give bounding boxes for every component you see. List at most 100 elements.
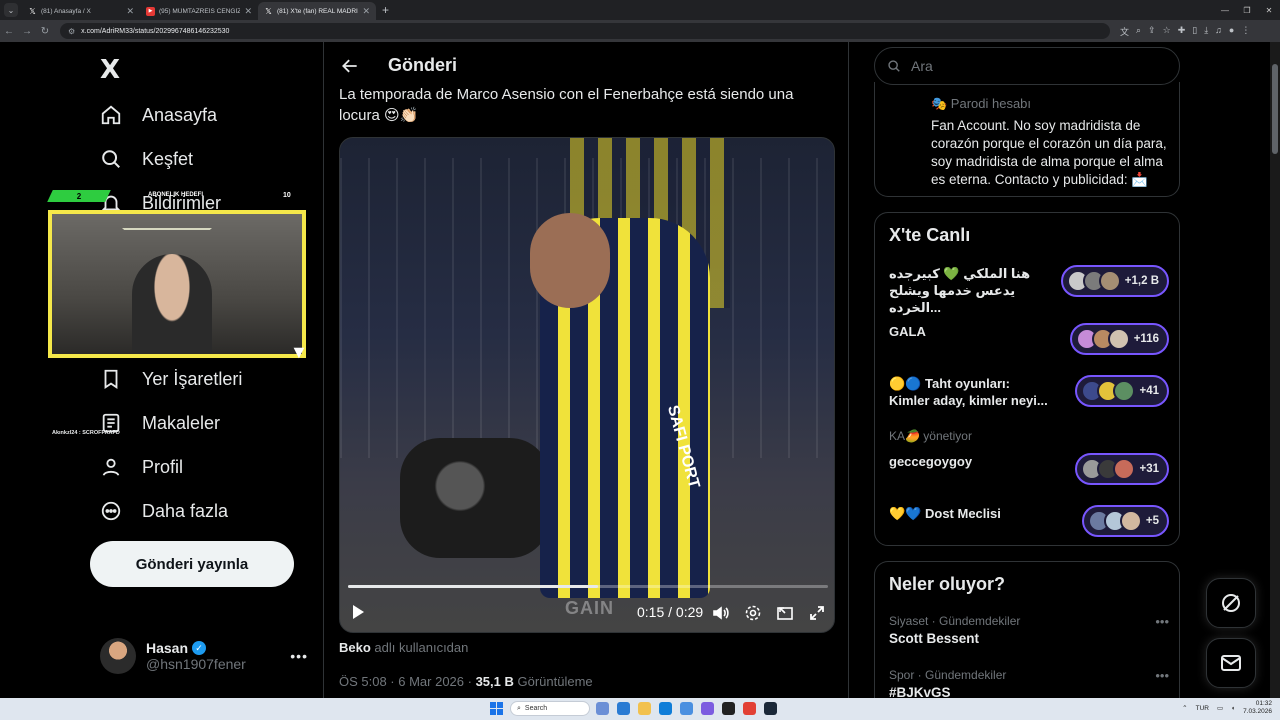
page-scrollbar[interactable]: [1270, 42, 1280, 698]
network-icon[interactable]: ▭: [1217, 704, 1223, 712]
close-tab-icon[interactable]: ✕: [126, 6, 134, 17]
scrollbar-thumb[interactable]: [1272, 64, 1278, 154]
play-icon[interactable]: [350, 604, 366, 620]
translate-icon[interactable]: 文: [1120, 25, 1129, 38]
youtube-icon: ▶: [146, 6, 155, 16]
video-photographer: [400, 438, 550, 558]
task-view-icon[interactable]: [596, 702, 609, 715]
nav-item-more[interactable]: Daha fazla: [100, 500, 228, 522]
trend-item[interactable]: Spor · Gündemdekiler #BJKvGS •••: [889, 668, 1169, 698]
x-logo-icon[interactable]: X: [100, 55, 120, 85]
messages-button[interactable]: [1206, 638, 1256, 688]
listener-pill[interactable]: +31: [1075, 453, 1169, 485]
edge-icon[interactable]: [659, 702, 672, 715]
fullscreen-icon[interactable]: [808, 604, 826, 622]
close-tab-icon[interactable]: ✕: [362, 6, 370, 17]
channel-logo-icon: ▼: [290, 342, 308, 362]
browser-tab-3[interactable]: 𝕏 (81) X'te (fan) REAL MADRID FAN ✕: [258, 2, 376, 20]
trend-item[interactable]: Siyaset · Gündemdekiler Scott Bessent ••…: [889, 614, 1169, 646]
browser-tab-1[interactable]: 𝕏 (81) Anasayfa / X ✕: [22, 2, 140, 20]
copilot-icon[interactable]: [617, 702, 630, 715]
listener-pill[interactable]: +116: [1069, 323, 1169, 355]
obs-icon[interactable]: [722, 702, 735, 715]
extensions-icon[interactable]: ✚: [1178, 25, 1186, 38]
restore-icon[interactable]: ❐: [1236, 6, 1258, 15]
settings-gear-icon[interactable]: [744, 604, 762, 622]
extensions-area: 文 ⌕ ⇪ ☆ ✚ ▯ ⤓ ♫ ● ⋮: [1120, 25, 1250, 38]
download-icon[interactable]: ⤓: [1204, 25, 1208, 38]
nav-item-profile[interactable]: Profil: [100, 456, 183, 478]
minimize-icon[interactable]: —: [1214, 6, 1236, 15]
discord-icon[interactable]: [701, 702, 714, 715]
window-controls: — ❐ ✕: [1214, 0, 1280, 20]
space-title: هنا الملكي 💚 كبيرجده يدعس خدمها ويشلح ال…: [889, 266, 1031, 315]
more-dots-icon[interactable]: •••: [290, 648, 308, 664]
close-window-icon[interactable]: ✕: [1258, 6, 1280, 15]
share-icon[interactable]: ⇪: [1148, 25, 1156, 38]
source-user-link[interactable]: Beko: [339, 640, 371, 655]
system-tray: ⌃ TUR ▭ ◖ 01:32 7.03.2026: [1182, 700, 1272, 716]
clock-time: 01:32: [1255, 700, 1272, 707]
star-icon[interactable]: ☆: [1163, 25, 1171, 38]
live-space-item[interactable]: 🟡🔵 Taht oyunları: Kimler aday, kimler ne…: [889, 375, 1169, 415]
live-title: X'te Canlı: [889, 225, 971, 245]
file-explorer-icon[interactable]: [638, 702, 651, 715]
forward-icon[interactable]: →: [18, 26, 36, 37]
volume-icon[interactable]: [712, 604, 730, 622]
sidepanel-icon[interactable]: ▯: [1192, 25, 1197, 38]
windows-start-icon[interactable]: [490, 702, 503, 715]
account-switcher[interactable]: Hasan ✓ @hsn1907fener •••: [100, 638, 308, 674]
reload-icon[interactable]: ↻: [36, 26, 54, 37]
live-space-item[interactable]: GALA +116: [889, 323, 1169, 363]
nav-label: Yer İşaretleri: [142, 368, 243, 389]
media-icon[interactable]: ♫: [1215, 25, 1222, 38]
taskbar-clock[interactable]: 01:32 7.03.2026: [1243, 700, 1272, 716]
menu-icon[interactable]: ⋮: [1241, 25, 1250, 38]
nav-item-bookmarks[interactable]: Yer İşaretleri: [100, 368, 242, 390]
trend-category: Siyaset · Gündemdekiler: [889, 614, 1021, 628]
live-space-item[interactable]: 💛💙 Dost Meclisi +5: [889, 505, 1169, 545]
store-icon[interactable]: [680, 702, 693, 715]
post-timestamp[interactable]: ÖS 5:08 · 6 Mar 2026 ·: [339, 674, 476, 689]
listener-pill[interactable]: +41: [1075, 375, 1169, 407]
video-controls: 0:15 / 0:29: [340, 596, 834, 630]
steam-icon[interactable]: [764, 702, 777, 715]
nav-item-home[interactable]: Anasayfa: [100, 104, 217, 126]
account-icon[interactable]: ●: [1229, 25, 1234, 38]
site-info-icon[interactable]: ⚙: [68, 27, 75, 36]
profile-bio-text: Fan Account. No soy madridista de corazó…: [931, 118, 1167, 187]
grok-button[interactable]: [1206, 578, 1256, 628]
pip-icon[interactable]: [776, 604, 794, 622]
more-dots-icon[interactable]: •••: [1155, 614, 1169, 629]
tab-search-button[interactable]: ⌄: [4, 3, 18, 17]
volume-tray-icon[interactable]: ◖: [1231, 705, 1235, 712]
new-tab-button[interactable]: +: [382, 3, 389, 17]
post-button[interactable]: Gönderi yayınla: [90, 541, 294, 587]
browser-tab-2[interactable]: ▶ (95) MÜMTAZREİS CENGİZHAN ✕: [140, 2, 258, 20]
x-logo-icon: 𝕏: [265, 6, 272, 16]
more-dots-icon[interactable]: •••: [1155, 668, 1169, 683]
search-input[interactable]: Ara: [874, 47, 1180, 85]
nav-item-explore[interactable]: Keşfet: [100, 148, 193, 170]
language-indicator[interactable]: TUR: [1196, 705, 1209, 712]
video-current-time: 0:15: [637, 604, 665, 620]
tray-chevron-icon[interactable]: ⌃: [1182, 704, 1187, 712]
close-tab-icon[interactable]: ✕: [244, 6, 252, 17]
streamer-image: [132, 254, 212, 354]
grok-icon: [1222, 594, 1240, 612]
address-bar[interactable]: ⚙ x.com/AdriRM33/status/2029967486146232…: [60, 23, 1110, 39]
video-progress-bar[interactable]: [348, 585, 828, 588]
video-player[interactable]: SAFI PORT GAIN 0:15 / 0:29: [339, 137, 835, 633]
live-space-item[interactable]: KA🥭 yönetiyor geccegoygoy +31: [889, 429, 1169, 487]
back-arrow-icon[interactable]: [340, 56, 360, 76]
back-icon[interactable]: ←: [0, 26, 18, 37]
listener-avatar: [1107, 328, 1130, 350]
chrome-icon[interactable]: [743, 702, 756, 715]
zoom-icon[interactable]: ⌕: [1136, 25, 1141, 38]
live-space-item[interactable]: هنا الملكي 💚 كبيرجده يدعس خدمها ويشلح ال…: [889, 265, 1169, 315]
nav-label: Keşfet: [142, 148, 194, 169]
listener-pill[interactable]: +1,2 B: [1060, 265, 1169, 297]
chat-ticker: Akınkzl24 : SCROFFAAFD: [52, 430, 120, 436]
listener-pill[interactable]: +5: [1081, 505, 1169, 537]
taskbar-search[interactable]: ⌕ Search: [510, 701, 590, 716]
